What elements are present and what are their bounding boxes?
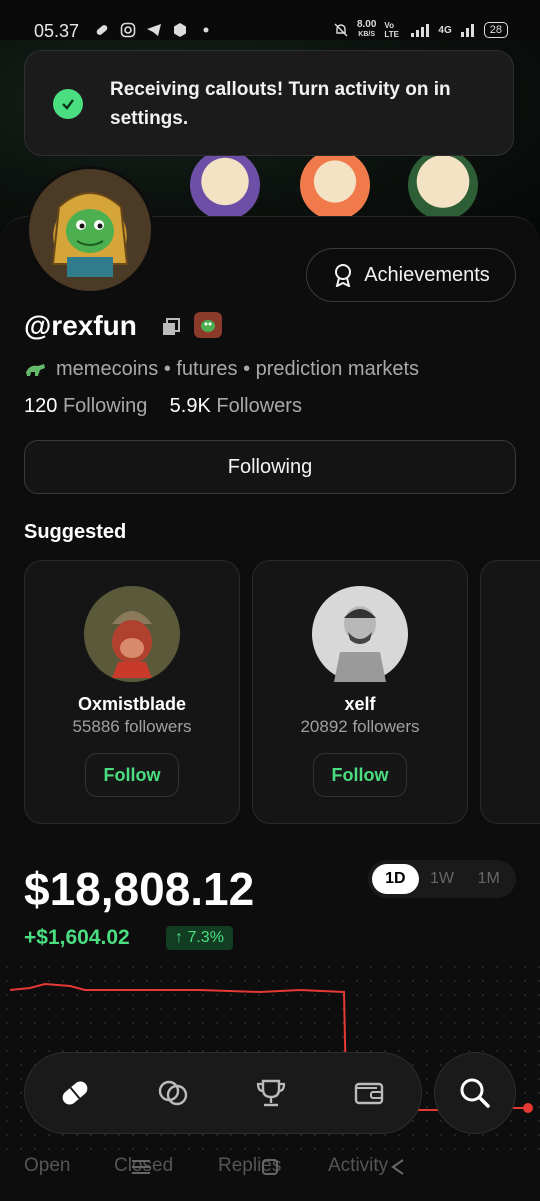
app-notif-icon xyxy=(174,23,186,37)
bottom-nav xyxy=(24,1052,422,1134)
check-icon xyxy=(53,89,83,119)
suggested-title: Suggested xyxy=(24,521,127,543)
banner-mascot-crown xyxy=(190,150,260,220)
achievements-label: Achievements xyxy=(364,263,490,286)
instagram-icon xyxy=(120,22,136,38)
username: @rexfun xyxy=(24,310,137,341)
speed-value: 8.00 xyxy=(356,19,377,30)
following-count: 120 xyxy=(24,395,58,417)
status-time: 05.37 xyxy=(34,21,80,41)
dino-pharaoh-avatar xyxy=(51,192,129,277)
portfolio-balance: $18,808.12 xyxy=(24,863,255,915)
nav-coins[interactable] xyxy=(153,1073,193,1113)
tab-open[interactable]: Open xyxy=(24,1155,70,1177)
followers-label: Followers xyxy=(216,395,302,417)
range-1m[interactable]: 1M xyxy=(465,864,512,894)
dino-badge-icon xyxy=(194,312,222,338)
network-speed: 8.00 KB/S xyxy=(357,20,376,40)
telegram-icon xyxy=(147,24,161,36)
suggested-name: Oxmistblade xyxy=(77,694,187,714)
range-1d[interactable]: 1D xyxy=(372,864,419,894)
signal-icon xyxy=(411,24,430,37)
suggested-card[interactable]: xelf 20892 followers Follow xyxy=(252,560,468,824)
system-back-icon[interactable] xyxy=(388,1157,408,1177)
nav-pill[interactable] xyxy=(55,1073,95,1113)
toy-figure-avatar xyxy=(334,606,386,682)
followers-stat[interactable]: 5.9K Followers xyxy=(170,395,302,417)
award-icon xyxy=(335,264,352,287)
suggested-card-peek[interactable] xyxy=(480,560,540,824)
search-icon xyxy=(460,1078,490,1108)
range-toggle: 1D 1W 1M xyxy=(368,860,516,898)
banner-mascot-sunglasses xyxy=(300,150,370,220)
notification-icons xyxy=(94,22,214,38)
copy-icon[interactable] xyxy=(160,316,182,338)
portfolio-change-pct: ↑ 7.3% xyxy=(166,926,233,950)
speed-unit: KB/S xyxy=(358,31,376,38)
coins-icon xyxy=(158,1080,188,1106)
bio-text: memecoins • futures • prediction markets xyxy=(56,358,420,380)
system-status: 8.00 KB/S Vo LTE 4G 28 xyxy=(333,20,508,40)
suggested-name: xelf xyxy=(344,694,376,714)
pill-icon xyxy=(62,1081,88,1105)
signal-icon-2 xyxy=(460,24,474,37)
mute-bell-icon xyxy=(334,23,348,37)
suggested-avatar xyxy=(84,586,180,682)
suggested-followers: 20892 followers xyxy=(300,717,420,736)
trophy-icon xyxy=(256,1079,286,1107)
network-type: 4G xyxy=(438,24,452,36)
portfolio-change: +$1,604.02 xyxy=(24,926,130,949)
system-home-icon[interactable] xyxy=(260,1157,280,1177)
suggested-card[interactable]: Oxmistblade 55886 followers Follow xyxy=(24,560,240,824)
suggested-followers: 55886 followers xyxy=(72,717,192,736)
following-button[interactable]: Following xyxy=(24,440,516,494)
follow-button[interactable]: Follow xyxy=(85,753,179,797)
range-1w[interactable]: 1W xyxy=(419,864,466,894)
wallet-icon xyxy=(354,1082,384,1105)
battery-indicator: 28 xyxy=(483,22,508,38)
follow-stats: 120 Following 5.9K Followers xyxy=(24,395,302,418)
profile-avatar[interactable] xyxy=(26,166,154,294)
system-menu-icon[interactable] xyxy=(130,1158,152,1176)
dot-icon xyxy=(203,27,209,33)
profile-bio: memecoins • futures • prediction markets xyxy=(24,358,419,381)
ape-avatar xyxy=(112,611,152,678)
following-stat[interactable]: 120 Following xyxy=(24,395,147,417)
pill-notif-icon xyxy=(96,25,108,35)
toast-notification[interactable]: Receiving callouts! Turn activity on in … xyxy=(24,50,514,156)
tab-activity[interactable]: Activity xyxy=(328,1155,388,1177)
following-label: Following xyxy=(62,395,148,417)
nav-wallet[interactable] xyxy=(349,1073,389,1113)
pnl-end-dot xyxy=(523,1103,533,1113)
followers-count: 5.9K xyxy=(169,395,211,417)
nav-trophy[interactable] xyxy=(251,1073,291,1113)
suggested-avatar xyxy=(312,586,408,682)
achievements-button[interactable]: Achievements xyxy=(306,248,516,302)
dino-icon xyxy=(26,363,45,376)
follow-button[interactable]: Follow xyxy=(313,753,407,797)
toast-message: Receiving callouts! Turn activity on in … xyxy=(110,79,451,129)
search-button[interactable] xyxy=(434,1052,516,1134)
banner-mascot-hypno xyxy=(408,150,478,220)
volte-label: Vo LTE xyxy=(384,21,399,39)
